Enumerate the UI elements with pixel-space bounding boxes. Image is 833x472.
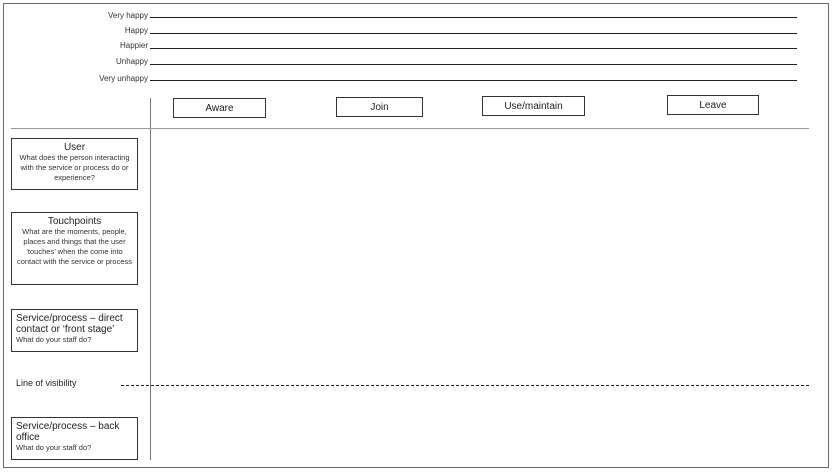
stage-join: Join: [336, 97, 423, 117]
row-touchpoints-title: Touchpoints: [47, 216, 102, 227]
emotion-line-very-unhappy: [150, 80, 797, 81]
emotion-label-unhappy: Unhappy: [115, 57, 148, 66]
emotion-label-happy: Happy: [124, 26, 148, 35]
row-front-stage-desc: What do your staff do?: [16, 335, 92, 344]
row-touchpoints-desc: What are the moments, people, places and…: [16, 227, 133, 266]
emotion-label-very-happy: Very happy: [107, 11, 148, 20]
stage-leave-label: Leave: [699, 99, 727, 111]
row-front-stage-title: Service/process – direct contact or ‘fro…: [16, 313, 123, 335]
row-header-divider: [150, 98, 151, 460]
row-touchpoints: Touchpoints What are the moments, people…: [11, 212, 138, 285]
emotion-line-unhappy: [150, 64, 797, 65]
emotion-label-very-unhappy: Very unhappy: [99, 74, 148, 83]
row-back-office-title: Service/process – back office: [16, 421, 120, 443]
stage-divider: [11, 128, 809, 129]
row-user-desc: What does the person interacting with th…: [19, 153, 130, 182]
stage-use-maintain-label: Use/maintain: [504, 100, 563, 112]
line-of-visibility-label: Line of visibility: [16, 378, 77, 388]
stage-aware-label: Aware: [205, 102, 234, 114]
stage-leave: Leave: [667, 95, 759, 115]
row-user: User What does the person interacting wi…: [11, 138, 138, 190]
emotion-label-happier: Happier: [119, 41, 148, 50]
row-back-office: Service/process – back office What do yo…: [11, 417, 138, 460]
row-user-title: User: [63, 142, 86, 153]
row-back-office-desc: What do your staff do?: [16, 443, 92, 452]
stage-use-maintain: Use/maintain: [482, 96, 585, 116]
emotion-line-happier: [150, 48, 797, 49]
emotion-line-very-happy: [150, 17, 797, 18]
emotion-line-happy: [150, 33, 797, 34]
row-front-stage: Service/process – direct contact or ‘fro…: [11, 309, 138, 352]
stage-aware: Aware: [173, 98, 266, 118]
line-of-visibility: [121, 385, 809, 386]
stage-join-label: Join: [370, 101, 389, 113]
